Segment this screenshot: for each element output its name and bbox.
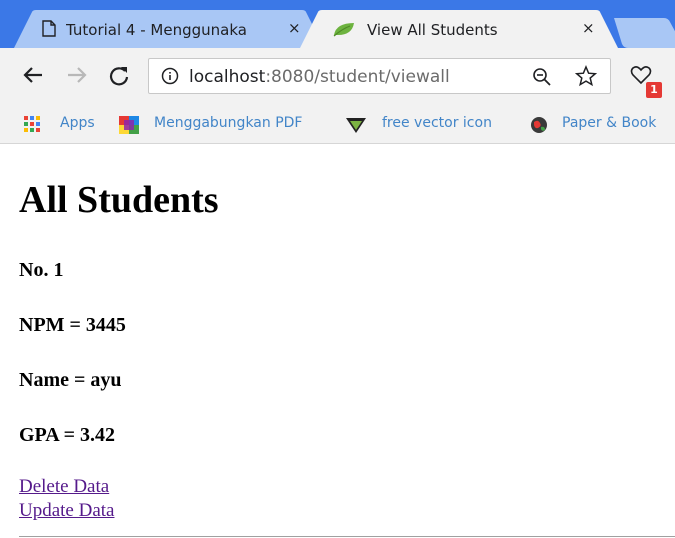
- browser-toolbar: localhost:8080/student/viewall 1: [0, 48, 675, 106]
- close-tab-icon[interactable]: ×: [582, 19, 595, 37]
- bookmark-label: free vector icon: [382, 115, 492, 131]
- forward-button[interactable]: [66, 65, 88, 90]
- pdf-merge-icon: [119, 116, 139, 138]
- url-host: localhost: [189, 67, 266, 87]
- bookmark-star-icon[interactable]: [574, 65, 598, 91]
- tab-strip: Tutorial 4 - Menggunaka × View All Stude…: [0, 0, 675, 48]
- url-text: localhost:8080/student/viewall: [189, 67, 450, 87]
- update-data-link[interactable]: Update Data: [19, 500, 114, 522]
- page-content: All Students No. 1 NPM = 3445 Name = ayu…: [0, 145, 675, 538]
- bookmark-label: Menggabungkan PDF: [154, 115, 303, 131]
- info-icon[interactable]: [161, 67, 179, 89]
- address-bar[interactable]: localhost:8080/student/viewall: [148, 58, 611, 94]
- student-name: Name = ayu: [19, 369, 122, 391]
- globe-icon: [530, 116, 548, 138]
- bookmark-label: Apps: [60, 115, 95, 131]
- page-title: All Students: [19, 179, 219, 221]
- close-tab-icon[interactable]: ×: [288, 19, 301, 37]
- url-path: :8080/student/viewall: [265, 67, 450, 87]
- vector-icon: [345, 116, 367, 138]
- student-number: No. 1: [19, 259, 64, 281]
- leaf-icon: [332, 21, 356, 41]
- tab-title: Tutorial 4 - Menggunaka: [66, 21, 247, 39]
- document-icon: [42, 20, 56, 41]
- tab-title: View All Students: [367, 21, 498, 39]
- tab-tutorial[interactable]: Tutorial 4 - Menggunaka ×: [14, 10, 324, 48]
- tab-view-all-students[interactable]: View All Students ×: [300, 10, 618, 48]
- extension-badge: 1: [646, 82, 662, 98]
- back-button[interactable]: [22, 65, 44, 90]
- new-tab-button[interactable]: [614, 18, 675, 48]
- bookmarks-bar: Apps Menggabungkan PDF free vector icon …: [0, 106, 675, 144]
- bookmark-label: Paper & Book: [562, 115, 657, 131]
- student-npm: NPM = 3445: [19, 314, 126, 336]
- student-gpa: GPA = 3.42: [19, 424, 116, 446]
- delete-data-link[interactable]: Delete Data: [19, 476, 109, 498]
- reload-button[interactable]: [108, 65, 130, 92]
- divider: [19, 536, 675, 537]
- apps-grid-icon: [24, 116, 41, 137]
- zoom-icon[interactable]: [532, 67, 552, 91]
